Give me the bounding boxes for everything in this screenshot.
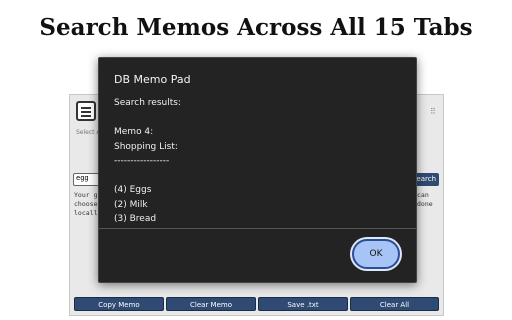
grid-icon-2[interactable]: ⠿ (430, 107, 436, 116)
save-txt-button[interactable]: Save .txt (258, 297, 348, 311)
search-results-dialog: DB Memo Pad Search results: Memo 4: Shop… (98, 57, 417, 283)
page-headline: Search Memos Across All 15 Tabs (39, 14, 473, 41)
memo-text-fragment-right: can done (417, 191, 433, 208)
ok-button[interactable]: OK (352, 239, 400, 269)
menu-icon[interactable] (76, 101, 96, 121)
copy-memo-button[interactable]: Copy Memo (74, 297, 164, 311)
tab-select[interactable]: Select A (76, 129, 101, 136)
clear-memo-button[interactable]: Clear Memo (166, 297, 256, 311)
dialog-content[interactable]: Search results: Memo 4: Shopping List: -… (114, 96, 399, 228)
clear-all-button[interactable]: Clear All (350, 297, 439, 311)
dialog-title: DB Memo Pad (114, 73, 191, 86)
action-bar: Copy Memo Clear Memo Save .txt Clear All (70, 297, 443, 313)
dialog-divider (99, 228, 416, 229)
